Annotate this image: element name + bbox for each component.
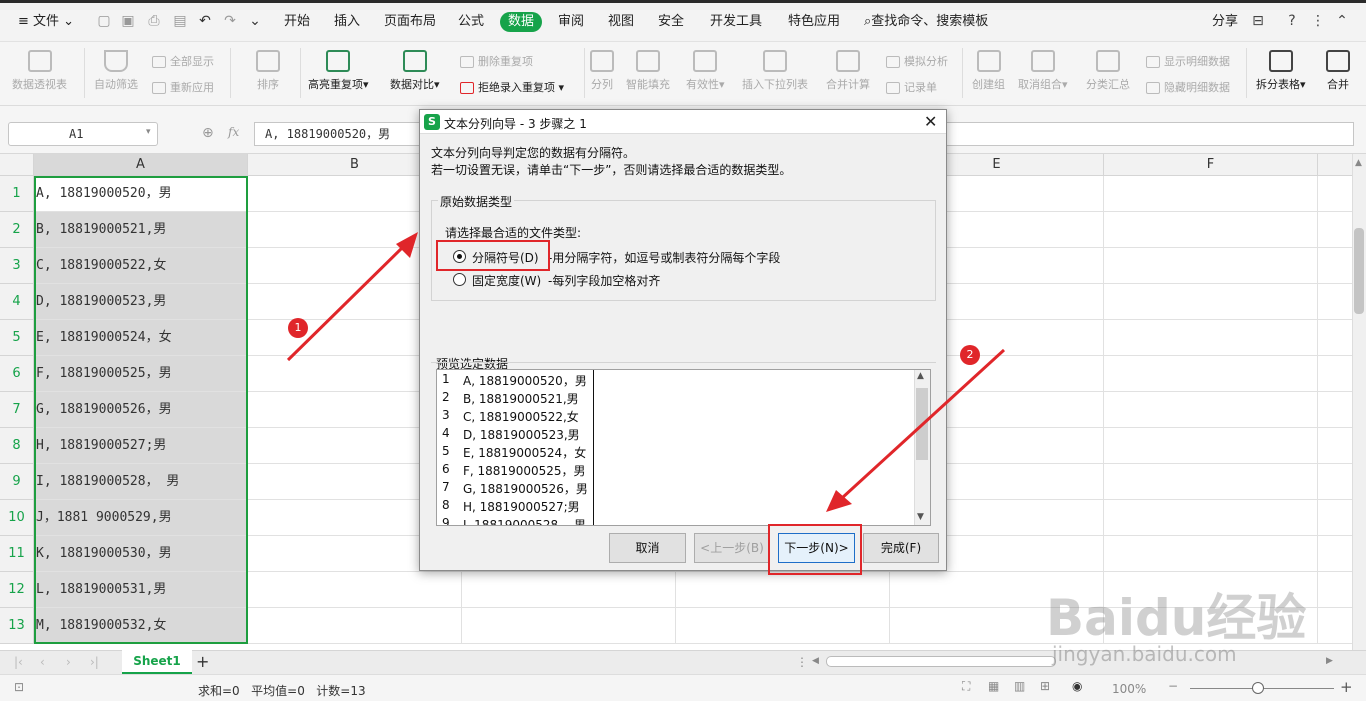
arrow-line-1 <box>286 244 406 362</box>
arrow-head-1 <box>396 232 418 258</box>
baidu-watermark-url: jingyan.baidu.com <box>1052 642 1237 666</box>
arrow-line-2 <box>840 348 1006 500</box>
step-marker-2: 2 <box>960 345 980 365</box>
step-marker-1: 1 <box>288 318 308 338</box>
